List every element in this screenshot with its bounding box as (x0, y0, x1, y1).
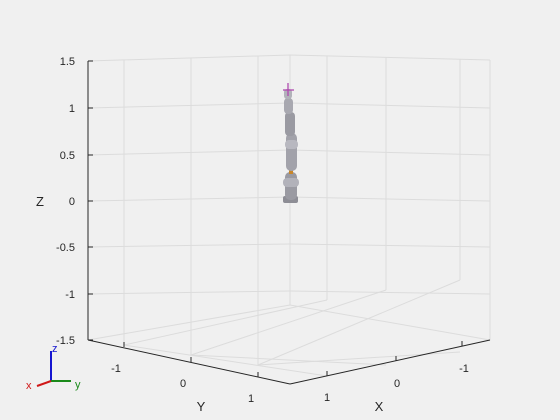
triad-y-label: y (75, 379, 81, 391)
z-axis-label: Z (36, 194, 44, 209)
figure-canvas[interactable]: 1.5 1 0.5 0 -0.5 -1 -1.5 -1 0 1 1 0 -1 Z… (0, 0, 560, 420)
y-tick-labels: -1 0 1 (111, 363, 254, 405)
y-tick-label: 0 (180, 378, 186, 390)
y-tick-label: -1 (111, 363, 121, 375)
triad-x-axis (36, 380, 52, 387)
back-left-wall-grid (87, 56, 291, 365)
z-tick-label: 0.5 (60, 150, 75, 162)
orientation-triad: z y x (26, 343, 81, 392)
robot-joint-1 (283, 178, 299, 187)
robot-arm[interactable] (283, 83, 299, 203)
floor-grid (123, 279, 461, 377)
z-ticks (88, 60, 93, 341)
back-right-wall-grid (289, 55, 491, 340)
y-axis-label: Y (197, 399, 206, 414)
z-tick-label: -1.5 (56, 335, 75, 347)
x-tick-label: 0 (394, 378, 400, 390)
x-axis-label: X (375, 399, 384, 414)
robot-link-2 (286, 133, 297, 171)
x-tick-labels: 1 0 -1 (324, 363, 469, 404)
x-tick-label: -1 (459, 363, 469, 375)
z-tick-label: 1.5 (60, 56, 75, 68)
z-tick-label: -0.5 (56, 242, 75, 254)
y-tick-label: 1 (248, 393, 254, 405)
y-axis-line (87, 339, 291, 385)
z-tick-label: -1 (65, 289, 75, 301)
z-tick-label: 1 (69, 103, 75, 115)
triad-x-label: x (26, 380, 32, 392)
z-tick-labels: 1.5 1 0.5 0 -0.5 -1 -1.5 (56, 56, 75, 347)
robot-joint-2 (285, 140, 298, 149)
robot-link-4 (284, 98, 293, 114)
z-tick-label: 0 (69, 196, 75, 208)
x-tick-label: 1 (324, 392, 330, 404)
robot-link-3 (285, 112, 295, 136)
triad-z-label: z (52, 343, 58, 355)
